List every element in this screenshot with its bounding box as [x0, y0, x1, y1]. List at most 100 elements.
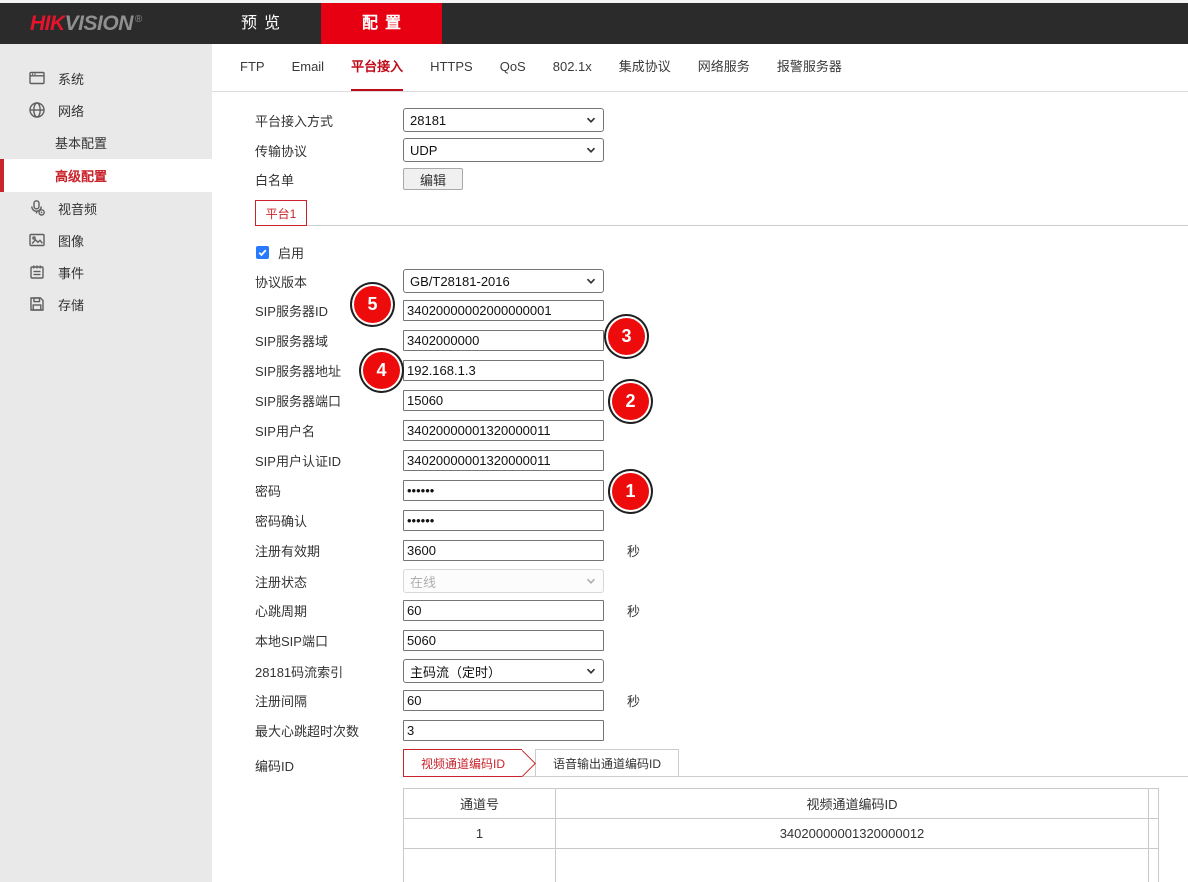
tab-audio-output-channel-encoding-id[interactable]: 语音输出通道编码ID	[535, 749, 679, 776]
field-label: 注册间隔	[255, 691, 403, 710]
protocol-version-select[interactable]: GB/T28181-2016	[403, 269, 604, 293]
transport-protocol-select[interactable]: UDP	[403, 138, 604, 162]
field-label: SIP用户名	[255, 421, 403, 440]
field-label: 编码ID	[255, 750, 403, 775]
chevron-down-icon	[585, 114, 597, 126]
sip-server-id-input[interactable]	[403, 300, 604, 321]
column-header-encoding-id: 视频通道编码ID	[556, 789, 1149, 819]
sidebar-item-label: 高级配置	[55, 166, 107, 185]
tab-network-service[interactable]: 网络服务	[698, 44, 750, 91]
password-input[interactable]	[403, 480, 604, 501]
tab-video-channel-encoding-id[interactable]: 视频通道编码ID	[403, 749, 522, 777]
network-globe-icon	[28, 101, 46, 119]
page: HIKVISION® 预览 配置 系统 网络 基本配置	[0, 0, 1188, 882]
sidebar-item-system[interactable]: 系统	[0, 62, 212, 94]
field-label: SIP服务器域	[255, 331, 403, 350]
sidebar-item-event[interactable]: 事件	[0, 256, 212, 288]
sidebar-item-label: 存储	[58, 295, 84, 314]
encoding-id-tabs: 视频通道编码ID 语音输出通道编码ID	[403, 750, 1188, 777]
chevron-down-icon	[585, 575, 597, 587]
platform-access-method-select[interactable]: 28181	[403, 108, 604, 132]
spacer-cell	[1149, 819, 1159, 849]
table-row[interactable]: 1 34020000001320000012	[404, 819, 1159, 849]
tab-label: 视频通道编码ID	[421, 755, 505, 772]
sidebar-item-image[interactable]: 图像	[0, 224, 212, 256]
field-label: 密码	[255, 481, 403, 500]
field-label: 28181码流索引	[255, 662, 403, 681]
sidebar-item-advanced-config[interactable]: 高级配置	[0, 159, 212, 192]
header-tabs: 预览 配置	[200, 3, 442, 44]
channel-cell: 1	[404, 819, 556, 849]
annotation-circle-5: 5	[354, 286, 391, 323]
sip-username-input[interactable]	[403, 420, 604, 441]
annotation-number: 4	[376, 360, 386, 381]
registration-interval-input[interactable]	[403, 690, 604, 711]
sip-server-address-input[interactable]	[403, 360, 604, 381]
tab-8021x[interactable]: 802.1x	[553, 44, 592, 91]
encoding-id-cell: 34020000001320000012	[556, 819, 1149, 849]
field-label: 注册状态	[255, 572, 403, 591]
selected-value: GB/T28181-2016	[410, 274, 510, 289]
tab-email[interactable]: Email	[292, 44, 325, 91]
unit-label: 秒	[627, 541, 640, 560]
sidebar-item-network[interactable]: 网络	[0, 94, 212, 126]
tab-platform-access[interactable]: 平台接入	[351, 44, 403, 91]
unit-label: 秒	[627, 691, 640, 710]
field-label: 白名单	[255, 170, 403, 189]
heartbeat-period-input[interactable]	[403, 600, 604, 621]
enable-checkbox[interactable]	[256, 246, 269, 259]
local-sip-port-input[interactable]	[403, 630, 604, 651]
enable-label: 启用	[278, 243, 304, 262]
selected-value: 28181	[410, 113, 446, 128]
selected-value: 主码流（定时）	[410, 662, 501, 681]
field-label: 传输协议	[255, 141, 403, 160]
image-icon	[28, 231, 46, 249]
sidebar: 系统 网络 基本配置 高级配置 视音频	[0, 44, 212, 882]
chevron-down-icon	[585, 665, 597, 677]
sidebar-item-label: 视音频	[58, 199, 97, 218]
sip-server-port-input[interactable]	[403, 390, 604, 411]
annotation-number: 5	[367, 294, 377, 315]
table-row-empty	[404, 849, 1159, 882]
tab-qos[interactable]: QoS	[500, 44, 526, 91]
password-confirm-input[interactable]	[403, 510, 604, 531]
tab-platform-1[interactable]: 平台1	[255, 200, 307, 226]
field-label: 心跳周期	[255, 601, 403, 620]
annotation-circle-1: 1	[612, 473, 649, 510]
annotation-circle-4: 4	[363, 352, 400, 389]
microphone-icon	[28, 199, 46, 217]
annotation-number: 3	[621, 326, 631, 347]
table-header-row: 通道号 视频通道编码ID	[404, 789, 1159, 819]
selected-value: UDP	[410, 143, 437, 158]
body-layout: 系统 网络 基本配置 高级配置 视音频	[0, 44, 1188, 882]
sidebar-item-storage[interactable]: 存储	[0, 288, 212, 320]
logo-vision: VISION	[65, 12, 133, 35]
sidebar-item-label: 网络	[58, 101, 84, 120]
sidebar-item-audio-video[interactable]: 视音频	[0, 192, 212, 224]
field-label: SIP用户认证ID	[255, 451, 403, 470]
tab-preview[interactable]: 预览	[200, 3, 321, 44]
column-header-spacer	[1149, 789, 1159, 819]
tab-ftp[interactable]: FTP	[240, 44, 265, 91]
chevron-down-icon	[585, 144, 597, 156]
unit-label: 秒	[627, 601, 640, 620]
sidebar-item-label: 图像	[58, 231, 84, 250]
stream-index-select[interactable]: 主码流（定时）	[403, 659, 604, 683]
tab-https[interactable]: HTTPS	[430, 44, 473, 91]
hikvision-logo: HIKVISION®	[30, 12, 142, 36]
field-label: 本地SIP端口	[255, 631, 403, 650]
platform-access-form: 平台接入方式 28181 传输协议 UDP 白名单 编辑	[212, 92, 1188, 882]
tab-integration-protocol[interactable]: 集成协议	[619, 44, 671, 91]
whitelist-edit-button[interactable]: 编辑	[403, 168, 463, 190]
field-label: 最大心跳超时次数	[255, 721, 403, 740]
field-label: 密码确认	[255, 511, 403, 530]
annotation-number: 1	[625, 481, 635, 502]
sidebar-item-label: 事件	[58, 263, 84, 282]
sip-server-domain-input[interactable]	[403, 330, 604, 351]
tab-configuration[interactable]: 配置	[321, 3, 442, 44]
tab-alarm-server[interactable]: 报警服务器	[777, 44, 842, 91]
registration-validity-input[interactable]	[403, 540, 604, 561]
max-heartbeat-timeouts-input[interactable]	[403, 720, 604, 741]
sip-user-auth-id-input[interactable]	[403, 450, 604, 471]
sidebar-item-basic-config[interactable]: 基本配置	[0, 126, 212, 159]
